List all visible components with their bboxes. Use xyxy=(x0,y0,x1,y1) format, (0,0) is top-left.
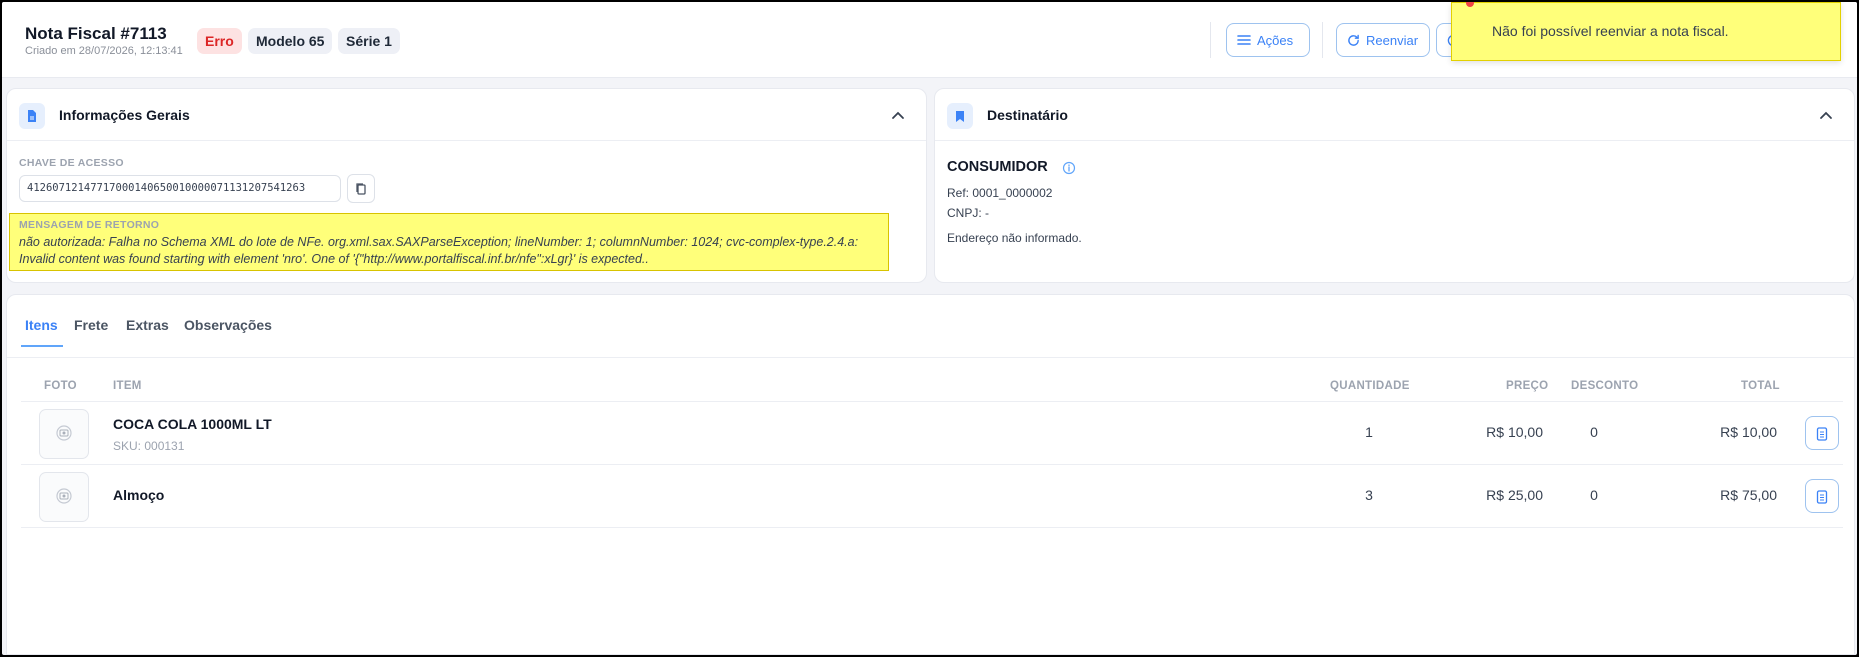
item-total: R$ 10,00 xyxy=(1720,424,1777,440)
modelo-badge: Modelo 65 xyxy=(248,28,333,54)
col-desconto: DESCONTO xyxy=(1571,380,1639,392)
product-photo xyxy=(39,472,89,522)
acoes-label: Ações xyxy=(1257,32,1294,48)
active-tab-indicator xyxy=(21,345,63,347)
destinatario-card: Destinatário CONSUMIDOR Ref: 0001_000000… xyxy=(934,88,1855,283)
dest-name: CONSUMIDOR xyxy=(947,159,1048,175)
header-divider xyxy=(1210,22,1211,58)
product-photo xyxy=(39,409,89,459)
table-row: COCA COLA 1000ML LT SKU: 000131 1 R$ 10,… xyxy=(21,402,1843,465)
item-preco: R$ 25,00 xyxy=(1486,487,1543,503)
error-toast: Não foi possível reenviar a nota fiscal. xyxy=(1451,2,1841,61)
header-divider xyxy=(1322,22,1323,58)
item-quantidade: 3 xyxy=(1365,487,1373,503)
clipboard-icon xyxy=(1816,426,1828,441)
status-badge: Erro xyxy=(197,28,242,54)
item-desconto: 0 xyxy=(1590,487,1598,503)
col-foto: FOTO xyxy=(44,380,77,392)
tab-frete[interactable]: Frete xyxy=(74,317,108,333)
item-preco: R$ 10,00 xyxy=(1486,424,1543,440)
reenviar-label: Reenviar xyxy=(1366,32,1419,48)
item-name: Almoço xyxy=(113,487,165,503)
item-quantidade: 1 xyxy=(1365,424,1373,440)
serie-badge: Série 1 xyxy=(338,28,400,54)
tab-extras[interactable]: Extras xyxy=(126,317,169,333)
col-quantidade: QUANTIDADE xyxy=(1330,380,1410,392)
acoes-button[interactable]: Ações xyxy=(1226,23,1310,57)
mensagem-text: não autorizada: Falha no Schema XML do l… xyxy=(19,235,859,266)
created-timestamp: Criado em 28/07/2026, 12:13:41 xyxy=(25,45,183,57)
dest-card-header[interactable]: Destinatário xyxy=(935,89,1854,141)
item-name: COCA COLA 1000ML LT xyxy=(113,416,272,432)
chevron-up-icon[interactable] xyxy=(1816,105,1836,125)
bookmark-icon xyxy=(947,103,973,129)
image-placeholder-icon xyxy=(56,425,72,441)
item-detail-button[interactable] xyxy=(1805,479,1839,513)
chave-label: CHAVE DE ACESSO xyxy=(19,157,124,169)
col-total: TOTAL xyxy=(1741,380,1780,392)
reenviar-button[interactable]: Reenviar xyxy=(1336,23,1430,57)
refresh-icon xyxy=(1348,34,1359,46)
item-detail-button[interactable] xyxy=(1805,416,1839,450)
error-dot-icon xyxy=(1466,2,1474,7)
item-desconto: 0 xyxy=(1590,424,1598,440)
info-card-title: Informações Gerais xyxy=(59,107,190,123)
dest-ref: Ref: 0001_0000002 xyxy=(947,186,1053,200)
chave-field[interactable]: 4126071214771700014065001000007113120754… xyxy=(19,175,341,202)
page-title: Nota Fiscal #7113 xyxy=(25,24,167,43)
chevron-up-icon[interactable] xyxy=(888,105,908,125)
image-placeholder-icon xyxy=(56,488,72,504)
item-total: R$ 75,00 xyxy=(1720,487,1777,503)
dest-card-title: Destinatário xyxy=(987,107,1068,123)
tab-observacoes[interactable]: Observações xyxy=(184,317,272,333)
document-icon xyxy=(19,103,45,129)
info-card: Informações Gerais CHAVE DE ACESSO 41260… xyxy=(6,88,927,283)
tab-itens[interactable]: Itens xyxy=(25,317,58,333)
toast-message: Não foi possível reenviar a nota fiscal. xyxy=(1492,23,1729,39)
menu-icon xyxy=(1237,35,1251,45)
page-header: Nota Fiscal #7113 Criado em 28/07/2026, … xyxy=(2,2,1857,78)
col-preco: PREÇO xyxy=(1506,380,1549,392)
items-panel: Itens Frete Extras Observações FOTO ITEM… xyxy=(6,294,1855,655)
app-window: Nota Fiscal #7113 Criado em 28/07/2026, … xyxy=(2,2,1857,655)
table-row: Almoço 3 R$ 25,00 0 R$ 75,00 xyxy=(21,465,1843,528)
copy-button[interactable] xyxy=(347,174,375,203)
info-icon[interactable] xyxy=(1062,161,1076,175)
item-sku: SKU: 000131 xyxy=(113,439,185,453)
col-item: ITEM xyxy=(113,380,142,392)
mensagem-label: MENSAGEM DE RETORNO xyxy=(19,219,160,231)
copy-icon xyxy=(356,182,366,195)
info-card-header[interactable]: Informações Gerais xyxy=(7,89,926,141)
clipboard-icon xyxy=(1816,489,1828,504)
dest-cnpj: CNPJ: - xyxy=(947,206,989,220)
tabs-bar: Itens Frete Extras Observações xyxy=(7,295,1854,358)
mensagem-retorno: MENSAGEM DE RETORNO não autorizada: Falh… xyxy=(9,213,889,271)
dest-endereco: Endereço não informado. xyxy=(947,231,1082,245)
